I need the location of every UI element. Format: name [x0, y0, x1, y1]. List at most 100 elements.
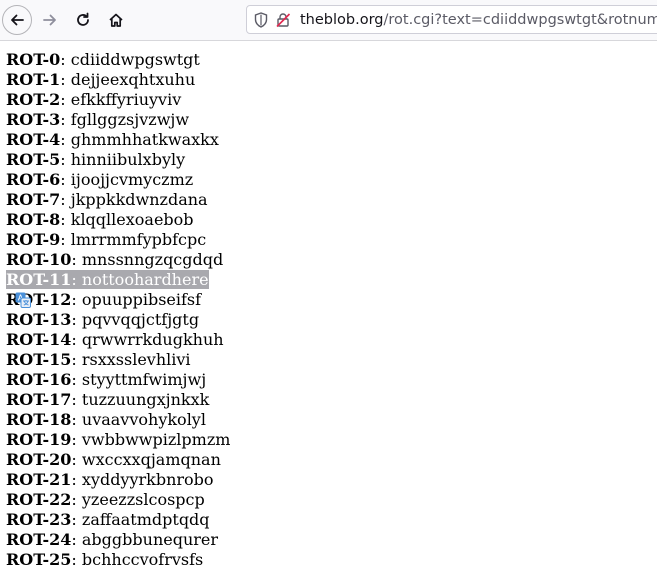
rot-row-content: ROT-18: uvaavvohykolyl — [6, 410, 206, 429]
rot-row: ROT-5: hinniibulxbyly — [6, 150, 657, 170]
rot-row-content: ROT-13: pqvvqqjctfjgtg — [6, 310, 199, 329]
rot-row-content: ROT-6: ijoojjcvmyczmz — [6, 170, 193, 189]
rot-text: : abggbbunequrer — [71, 530, 218, 549]
rot-label: ROT-19 — [6, 430, 71, 449]
rot-label: ROT-6 — [6, 170, 60, 189]
rot-row: ROT-24: abggbbunequrer — [6, 530, 657, 550]
rot-row: ROT-25: bchhccvofrvsfs — [6, 550, 657, 570]
rot-label: ROT-10 — [6, 250, 71, 269]
rot-row: ROT-6: ijoojjcvmyczmz — [6, 170, 657, 190]
rot-row: ROT-15: rsxxsslevhlivi — [6, 350, 657, 370]
rot-row: ROT-8: klqqllexoaebob — [6, 210, 657, 230]
rot-row: ROT-16: styyttmfwimjwj — [6, 370, 657, 390]
rot-text: : dejjeexqhtxuhu — [60, 70, 195, 89]
rot-row: ROT-10: mnssnngzqcgdqd — [6, 250, 657, 270]
rot-row-content: ROT-24: abggbbunequrer — [6, 530, 218, 549]
rot-row: ROT-2: efkkffyriuyviv — [6, 90, 657, 110]
reload-button[interactable] — [68, 5, 98, 35]
rot-label: ROT-18 — [6, 410, 71, 429]
rot-row-content: ROT-4: ghmmhhatkwaxkx — [6, 130, 219, 149]
rot-row: ROT-20: wxccxxqjamqnan — [6, 450, 657, 470]
address-bar[interactable]: theblob.org/rot.cgi?text=cdiiddwpgswtgt&… — [246, 5, 657, 34]
rot-label: ROT-0 — [6, 50, 60, 69]
rot-row-content: ROT-11: nottoohardhere — [6, 270, 209, 289]
rot-row-content: ROT-25: bchhccvofrvsfs — [6, 550, 203, 569]
rot-row: ROT-14: qrwwrrkdugkhuh — [6, 330, 657, 350]
rot-text: : rsxxsslevhlivi — [71, 350, 190, 369]
rot-text: : styyttmfwimjwj — [71, 370, 206, 389]
rot-row: ROT-17: tuzzuungxjnkxk — [6, 390, 657, 410]
rot-label: ROT-21 — [6, 470, 71, 489]
rot-text: : pqvvqqjctfjgtg — [71, 310, 199, 329]
rot-row-content: ROT-21: xyddyyrkbnrobo — [6, 470, 214, 489]
rot-row-content: ROT-17: tuzzuungxjnkxk — [6, 390, 209, 409]
rot-text: : opuuppibseifsf — [71, 290, 201, 309]
rot-row: ROT-1: dejjeexqhtxuhu — [6, 70, 657, 90]
rot-row: ROT-19: vwbbwwpizlpmzm — [6, 430, 657, 450]
rot-row-content: ROT-22: yzeezzslcospcp — [6, 490, 205, 509]
rot-label: ROT-11 — [6, 270, 71, 289]
rot-text: : hinniibulxbyly — [60, 150, 185, 169]
rot-label: ROT-25 — [6, 550, 71, 569]
tracking-shield-icon[interactable] — [254, 12, 268, 28]
arrow-right-icon — [42, 12, 58, 28]
rot-row: ROT-11: nottoohardhere — [6, 270, 657, 290]
rot-row-content: ROT-14: qrwwrrkdugkhuh — [6, 330, 224, 349]
forward-button[interactable] — [35, 5, 65, 35]
rot-text: : ghmmhhatkwaxkx — [60, 130, 219, 149]
rot-label: ROT-9 — [6, 230, 60, 249]
rot-text: : mnssnngzqcgdqd — [71, 250, 223, 269]
rot-text: : klqqllexoaebob — [60, 210, 193, 229]
rot-results: ROT-0: cdiiddwpgswtgtROT-1: dejjeexqhtxu… — [0, 41, 657, 570]
rot-text: : vwbbwwpizlpmzm — [71, 430, 230, 449]
rot-text: : nottoohardhere — [71, 270, 208, 289]
rot-text: : ijoojjcvmyczmz — [60, 170, 193, 189]
rot-row: ROT-3: fgllggzsjvzwjw — [6, 110, 657, 130]
rot-row: ROT-21: xyddyyrkbnrobo — [6, 470, 657, 490]
home-button[interactable] — [101, 5, 131, 35]
rot-text: : tuzzuungxjnkxk — [71, 390, 209, 409]
rot-label: ROT-5 — [6, 150, 60, 169]
rot-row-content: ROT-3: fgllggzsjvzwjw — [6, 110, 189, 129]
rot-label: ROT-1 — [6, 70, 60, 89]
rot-label: ROT-15 — [6, 350, 71, 369]
arrow-left-icon — [9, 12, 25, 28]
rot-row-content: ROT-16: styyttmfwimjwj — [6, 370, 206, 389]
url-path: /rot.cgi?text=cdiiddwpgswtgt&rotnums=1 — [384, 12, 657, 28]
rot-row: ROT-23: zaffaatmdptqdq — [6, 510, 657, 530]
home-icon — [108, 12, 124, 28]
rot-row: ROT-13: pqvvqqjctfjgtg — [6, 310, 657, 330]
rot-row-content: ROT-23: zaffaatmdptqdq — [6, 510, 210, 529]
rot-text: : cdiiddwpgswtgt — [60, 50, 200, 69]
rot-row-content: ROT-8: klqqllexoaebob — [6, 210, 194, 229]
rot-label: ROT-8 — [6, 210, 60, 229]
rot-text: : lmrrmmfypbfcpc — [60, 230, 206, 249]
insecure-lock-icon[interactable] — [275, 12, 291, 28]
rot-row-content: ROT-2: efkkffyriuyviv — [6, 90, 181, 109]
rot-row-content: ROT-9: lmrrmmfypbfcpc — [6, 230, 206, 249]
rot-row-content: ROT-10: mnssnngzqcgdqd — [6, 250, 223, 269]
rot-row: ROT-22: yzeezzslcospcp — [6, 490, 657, 510]
rot-row: ROT-18: uvaavvohykolyl — [6, 410, 657, 430]
rot-label: ROT-24 — [6, 530, 71, 549]
rot-label: ROT-14 — [6, 330, 71, 349]
rot-row-content: ROT-0: cdiiddwpgswtgt — [6, 50, 200, 69]
rot-text: : yzeezzslcospcp — [71, 490, 204, 509]
rot-label: ROT-16 — [6, 370, 71, 389]
rot-text: : qrwwrrkdugkhuh — [71, 330, 223, 349]
url-host: theblob.org — [300, 12, 384, 28]
translate-icon[interactable]: A — [15, 292, 31, 313]
rot-text: : bchhccvofrvsfs — [71, 550, 203, 569]
rot-label: ROT-20 — [6, 450, 71, 469]
rot-text: : wxccxxqjamqnan — [71, 450, 220, 469]
rot-row-content: ROT-1: dejjeexqhtxuhu — [6, 70, 195, 89]
rot-text: : xyddyyrkbnrobo — [71, 470, 213, 489]
reload-icon — [75, 12, 91, 28]
rot-label: ROT-3 — [6, 110, 60, 129]
back-button[interactable] — [2, 5, 32, 35]
rot-row: ROT-0: cdiiddwpgswtgt — [6, 50, 657, 70]
rot-label: ROT-7 — [6, 190, 60, 209]
rot-row-content: ROT-15: rsxxsslevhlivi — [6, 350, 191, 369]
rot-row: ROT-7: jkppkkdwnzdana — [6, 190, 657, 210]
rot-text: : uvaavvohykolyl — [71, 410, 206, 429]
